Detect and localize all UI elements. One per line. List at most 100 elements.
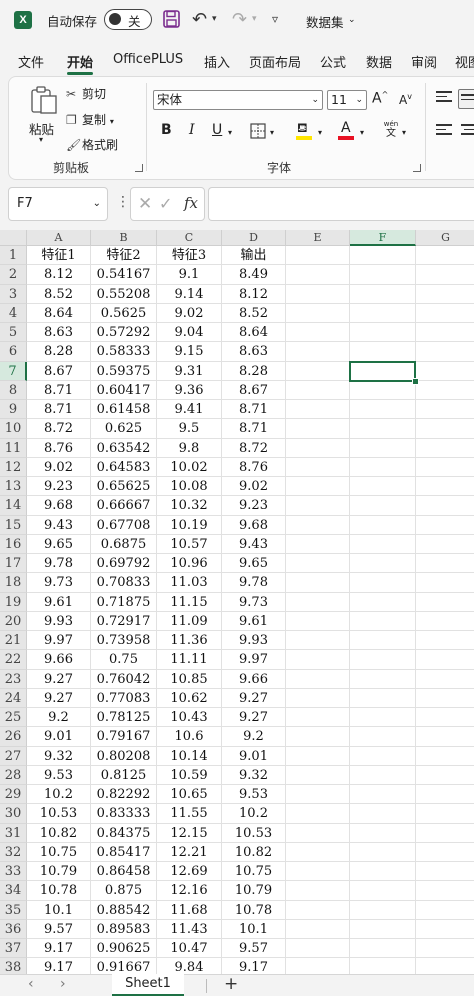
table-cell[interactable]: 0.77083: [91, 688, 157, 708]
table-cell[interactable]: [416, 612, 474, 631]
table-cell[interactable]: 9.97: [27, 631, 91, 651]
table-cell[interactable]: 8.71: [222, 419, 286, 439]
table-cell[interactable]: 10.82: [222, 842, 286, 862]
table-cell[interactable]: [416, 901, 474, 920]
table-cell[interactable]: 11.09: [157, 611, 222, 631]
redo-dropdown-icon[interactable]: ▾: [252, 14, 257, 24]
customize-icon[interactable]: ▿: [272, 12, 278, 26]
phonetic-guide-button[interactable]: wén 文: [382, 120, 400, 140]
table-cell[interactable]: [416, 939, 474, 959]
table-cell[interactable]: [350, 842, 416, 862]
table-cell[interactable]: [350, 419, 416, 439]
table-cell[interactable]: 8.76: [27, 438, 91, 458]
table-cell[interactable]: 0.78125: [91, 708, 157, 728]
cut-button[interactable]: ✂ 剪切: [66, 85, 106, 102]
table-cell[interactable]: 9.02: [222, 477, 286, 497]
tab-review[interactable]: 审阅: [411, 52, 437, 71]
table-cell[interactable]: [416, 246, 474, 266]
table-cell[interactable]: [286, 804, 350, 824]
row-header[interactable]: 19: [0, 592, 27, 612]
table-cell[interactable]: 0.84375: [91, 823, 157, 843]
table-cell[interactable]: [350, 958, 416, 974]
table-cell[interactable]: [286, 900, 350, 920]
save-icon[interactable]: [163, 10, 180, 28]
table-cell[interactable]: 11.15: [157, 592, 222, 612]
row-header[interactable]: 25: [0, 708, 27, 728]
table-cell[interactable]: [416, 804, 474, 824]
table-cell[interactable]: 0.80208: [91, 746, 157, 766]
table-cell[interactable]: 9.43: [222, 534, 286, 554]
table-cell[interactable]: [350, 477, 416, 497]
table-cell[interactable]: [416, 670, 474, 689]
table-cell[interactable]: 8.71: [222, 400, 286, 420]
table-cell[interactable]: 10.43: [157, 708, 222, 728]
table-cell[interactable]: 0.85417: [91, 842, 157, 862]
chevron-left-icon[interactable]: ‹: [28, 976, 34, 992]
table-cell[interactable]: [350, 457, 416, 477]
row-header[interactable]: 27: [0, 746, 27, 766]
table-cell[interactable]: [350, 785, 416, 805]
table-cell[interactable]: [350, 919, 416, 939]
table-cell[interactable]: [416, 516, 474, 535]
phonetic-dropdown-icon[interactable]: ▾: [402, 128, 406, 137]
row-header[interactable]: 15: [0, 515, 27, 535]
table-cell[interactable]: [350, 939, 416, 959]
table-cell[interactable]: 8.28: [222, 361, 286, 381]
table-cell[interactable]: 0.625: [91, 419, 157, 439]
table-cell[interactable]: 11.68: [157, 900, 222, 920]
table-cell[interactable]: [350, 881, 416, 901]
table-cell[interactable]: 8.72: [222, 438, 286, 458]
row-header[interactable]: 11: [0, 438, 27, 458]
table-cell[interactable]: 9.8: [157, 438, 222, 458]
row-header[interactable]: 37: [0, 939, 27, 959]
table-cell[interactable]: 0.54167: [91, 265, 157, 285]
table-cell[interactable]: [416, 439, 474, 458]
more-options-icon[interactable]: ⋮: [116, 194, 130, 210]
row-header[interactable]: 5: [0, 323, 27, 343]
table-cell[interactable]: 0.6875: [91, 534, 157, 554]
spreadsheet-grid[interactable]: A B C D E F G 1 特征1 特征2 特征3 输出 2 8.12 0.54167 9.1 8.49 3 8…: [0, 230, 474, 974]
table-cell[interactable]: [286, 400, 350, 420]
table-cell[interactable]: 9.17: [222, 958, 286, 974]
table-cell[interactable]: 9.68: [27, 496, 91, 516]
table-cell[interactable]: [286, 823, 350, 843]
paste-dropdown-icon[interactable]: ▾: [39, 135, 43, 144]
fill-handle[interactable]: [412, 377, 419, 385]
row-header[interactable]: 17: [0, 554, 27, 574]
table-cell[interactable]: 12.16: [157, 881, 222, 901]
table-cell[interactable]: 9.73: [222, 592, 286, 612]
table-cell[interactable]: 8.64: [27, 303, 91, 323]
table-cell[interactable]: 8.52: [222, 303, 286, 323]
table-cell[interactable]: 10.96: [157, 554, 222, 574]
table-cell[interactable]: 8.63: [27, 323, 91, 343]
align-left-icon[interactable]: [436, 124, 452, 138]
table-cell[interactable]: [350, 669, 416, 689]
table-cell[interactable]: 10.62: [157, 688, 222, 708]
row-header[interactable]: 28: [0, 765, 27, 785]
copy-button[interactable]: ❐ 复制 ▾: [66, 111, 114, 128]
table-cell[interactable]: 9.53: [222, 785, 286, 805]
table-cell[interactable]: [416, 881, 474, 901]
row-header[interactable]: 2: [0, 265, 27, 285]
table-cell[interactable]: 0.90625: [91, 939, 157, 959]
table-cell[interactable]: 0.58333: [91, 342, 157, 362]
table-cell[interactable]: 9.14: [157, 284, 222, 304]
table-cell[interactable]: 9.65: [222, 554, 286, 574]
table-cell[interactable]: 10.47: [157, 939, 222, 959]
font-size-select[interactable]: 11 ⌄: [327, 90, 367, 110]
table-cell[interactable]: 0.60417: [91, 380, 157, 400]
table-cell[interactable]: 9.31: [157, 361, 222, 381]
row-header[interactable]: 12: [0, 457, 27, 477]
table-cell[interactable]: [416, 419, 474, 439]
column-header-b[interactable]: B: [91, 230, 157, 246]
table-cell[interactable]: [416, 304, 474, 323]
table-cell[interactable]: 11.36: [157, 631, 222, 651]
row-header[interactable]: 13: [0, 477, 27, 497]
table-cell[interactable]: 9.01: [222, 746, 286, 766]
table-cell[interactable]: 9.02: [27, 457, 91, 477]
border-dropdown-icon[interactable]: ▾: [270, 128, 274, 137]
table-cell[interactable]: 9.93: [222, 631, 286, 651]
table-cell[interactable]: 8.67: [222, 380, 286, 400]
table-cell[interactable]: 9.78: [27, 554, 91, 574]
table-cell[interactable]: 11.55: [157, 804, 222, 824]
